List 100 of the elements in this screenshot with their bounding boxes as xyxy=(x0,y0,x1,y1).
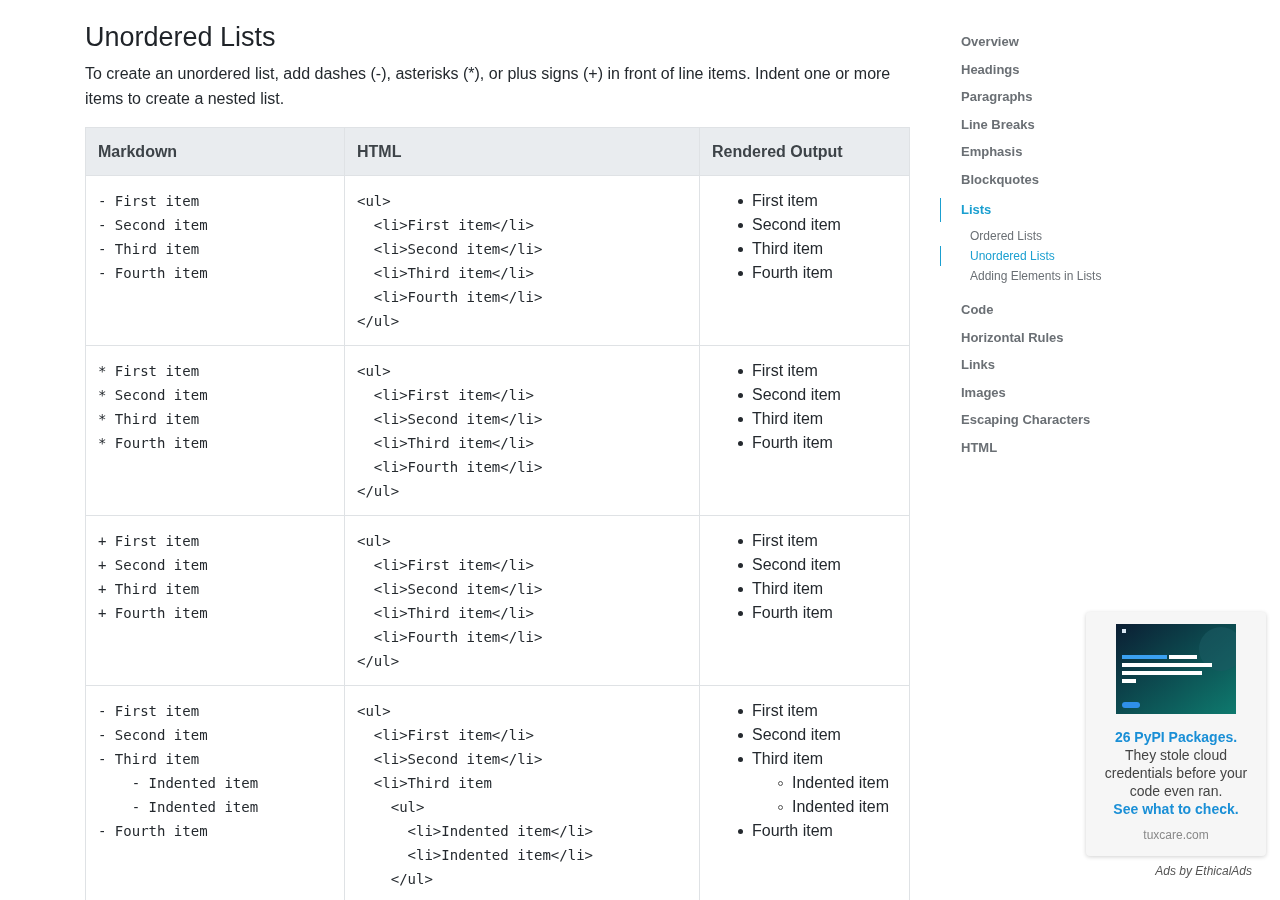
ad-headline-link[interactable]: 26 PyPI Packages. xyxy=(1094,728,1258,746)
list-item: First item xyxy=(752,361,818,381)
sidebar-link[interactable]: Images xyxy=(940,383,1140,402)
html-line: <ul> xyxy=(357,192,392,211)
list-item: Fourth item xyxy=(752,821,833,841)
list-item: Second item xyxy=(752,215,841,235)
html-line: <li>First item</li> xyxy=(372,556,535,575)
sidebar-link[interactable]: Headings xyxy=(940,60,1140,79)
bullet-icon xyxy=(738,538,743,544)
markdown-line: - Fourth item xyxy=(98,264,209,283)
list-item: Fourth item xyxy=(752,263,833,283)
bullet-icon xyxy=(738,270,743,276)
bullet-icon xyxy=(738,392,743,398)
html-line: </ul> xyxy=(389,870,434,889)
html-line: <ul> xyxy=(389,798,426,817)
markdown-line: - Second item xyxy=(98,726,209,745)
html-line: <li>Third item</li> xyxy=(372,264,535,283)
html-line: <li>Second item</li> xyxy=(372,750,544,769)
markdown-line: + Second item xyxy=(98,556,209,575)
html-line: <li>Fourth item</li> xyxy=(372,628,544,647)
html-line: <li>Second item</li> xyxy=(372,580,544,599)
bullet-icon xyxy=(738,708,743,714)
bullet-icon xyxy=(738,222,743,228)
bullet-icon xyxy=(738,610,743,616)
markdown-line: - Fourth item xyxy=(98,822,209,841)
intro-paragraph: To create an unordered list, add dashes (-), asterisks (*), or plus signs (+) in front of line items. Indent one or more items to create a nested list. xyxy=(85,64,892,109)
sidebar-link[interactable]: Code xyxy=(940,301,1140,319)
bullet-icon xyxy=(738,440,743,446)
column-header: Rendered Output xyxy=(699,127,910,176)
sidebar-sublink[interactable]: Adding Elements in Lists xyxy=(940,266,1140,286)
bullet-icon xyxy=(738,756,743,762)
ad-link[interactable]: See what to check. xyxy=(1113,801,1239,817)
html-line: <li>First item</li> xyxy=(372,386,535,405)
html-line: <ul> xyxy=(357,362,392,381)
column-header: Markdown xyxy=(85,127,345,176)
list-item: Second item xyxy=(752,385,841,405)
markdown-line: - First item xyxy=(98,192,201,211)
markdown-line: - First item xyxy=(98,702,201,721)
markdown-line: * Second item xyxy=(98,386,209,405)
sidebar-link[interactable]: Links xyxy=(940,356,1140,374)
ad-domain: tuxcare.com xyxy=(1142,828,1210,842)
html-line: <li>Indented item</li> xyxy=(406,822,594,841)
markdown-line: + Fourth item xyxy=(98,604,209,623)
markdown-line: - Third item xyxy=(98,240,201,259)
markdown-line: + Third item xyxy=(98,580,201,599)
markdown-line: - Third item xyxy=(98,750,201,769)
list-item: First item xyxy=(752,191,818,211)
html-line: </ul> xyxy=(357,312,401,331)
sidebar-sublink[interactable]: Ordered Lists xyxy=(940,226,1140,246)
list-item: Indented item xyxy=(792,797,889,817)
sidebar-link[interactable]: Overview xyxy=(940,33,1140,51)
list-item: Fourth item xyxy=(752,433,833,453)
column-header: HTML xyxy=(344,127,700,176)
bullet-icon xyxy=(738,586,743,592)
html-line: <li>First item</li> xyxy=(372,216,535,235)
ad-text: They stole cloud credentials before your code even ran. See what to check. xyxy=(1103,746,1249,818)
html-line: <li>Second item</li> xyxy=(372,240,544,259)
bullet-icon xyxy=(738,198,743,204)
markdown-line: - Second item xyxy=(98,216,209,235)
list-item: Fourth item xyxy=(752,603,833,623)
html-line: <ul> xyxy=(357,532,392,551)
html-line: <li>Third item</li> xyxy=(372,604,535,623)
html-line: <li>Second item</li> xyxy=(372,410,544,429)
bullet-icon xyxy=(738,732,743,738)
sidebar-link[interactable]: HTML xyxy=(940,438,1140,457)
sidebar-link[interactable]: Paragraphs xyxy=(940,88,1140,106)
html-line: <li>First item</li> xyxy=(372,726,535,745)
list-item: First item xyxy=(752,531,818,551)
sidebar-link[interactable]: Horizontal Rules xyxy=(940,328,1140,347)
markdown-line: - Indented item xyxy=(130,798,260,817)
bullet-icon xyxy=(738,246,743,252)
html-line: <li>Fourth item</li> xyxy=(372,458,544,477)
sidebar-link[interactable]: Escaping Characters xyxy=(940,411,1140,429)
list-item: Third item xyxy=(752,749,824,769)
bullet-icon xyxy=(738,416,743,422)
bullet-icon xyxy=(738,368,743,374)
markdown-line: * First item xyxy=(98,362,201,381)
ad-attribution[interactable]: Ads by EthicalAds xyxy=(1086,864,1266,878)
list-item: Third item xyxy=(752,409,824,429)
markdown-line: - Indented item xyxy=(130,774,260,793)
html-line: <li>Fourth item</li> xyxy=(372,288,544,307)
list-item: Indented item xyxy=(792,773,889,793)
list-item: Third item xyxy=(752,579,824,599)
sidebar-link[interactable]: Lists xyxy=(940,198,1140,222)
bullet-icon xyxy=(738,562,743,568)
list-item: Second item xyxy=(752,555,841,575)
sidebar-link[interactable]: Blockquotes xyxy=(940,170,1140,189)
html-line: </ul> xyxy=(357,482,401,501)
list-item: First item xyxy=(752,701,818,721)
list-item: Third item xyxy=(752,239,824,259)
sidebar-sublink[interactable]: Unordered Lists xyxy=(940,246,1140,266)
sidebar-link[interactable]: Emphasis xyxy=(940,143,1140,161)
page-title: Unordered Lists xyxy=(85,22,277,53)
list-item: Second item xyxy=(752,725,841,745)
html-line: <ul> xyxy=(357,702,392,721)
html-line: <li>Indented item</li> xyxy=(406,846,594,865)
markdown-line: * Third item xyxy=(98,410,201,429)
sidebar-link[interactable]: Line Breaks xyxy=(940,115,1140,134)
html-line: </ul> xyxy=(357,652,401,671)
html-line: <li>Third item</li> xyxy=(372,434,535,453)
